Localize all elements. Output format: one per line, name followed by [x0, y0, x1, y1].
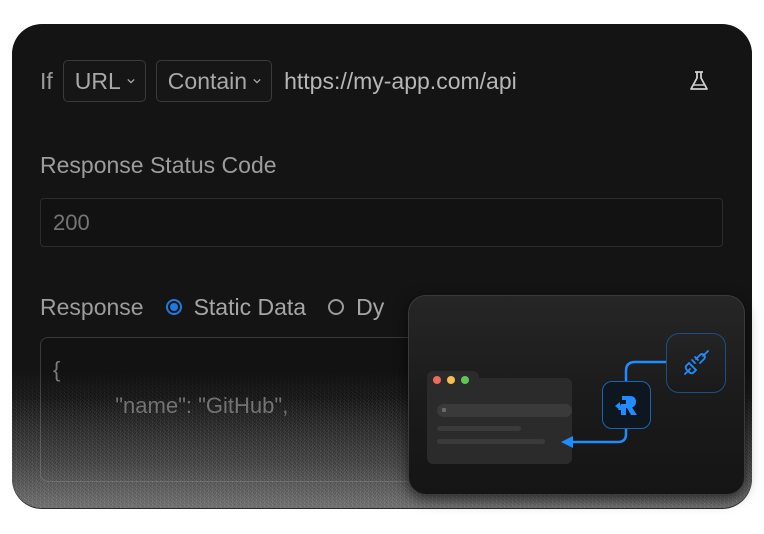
- radio-dynamic-data-label[interactable]: Dy: [356, 294, 384, 321]
- radio-static-data[interactable]: [165, 299, 182, 315]
- arrow-head-icon: [561, 436, 573, 448]
- url-pattern-input[interactable]: https://my-app.com/api: [284, 68, 517, 95]
- app-logo-node: [602, 381, 651, 429]
- flask-icon[interactable]: [688, 69, 710, 93]
- operator-select-value: Contain: [167, 67, 248, 94]
- r-logo-icon: [614, 396, 637, 415]
- radio-static-data-label[interactable]: Static Data: [194, 294, 307, 321]
- interceptor-illustration-card: [408, 295, 745, 495]
- if-label: If: [40, 67, 53, 94]
- plug-icon: [684, 350, 709, 375]
- status-code-label: Response Status Code: [40, 152, 277, 178]
- response-type-row: Response Static Data Dy: [40, 290, 406, 324]
- plug-node: [666, 333, 726, 393]
- operator-select[interactable]: Contain: [155, 60, 273, 102]
- chevron-down-icon: [253, 78, 261, 84]
- connection-wires: [561, 360, 666, 448]
- status-code-input[interactable]: [40, 198, 723, 247]
- field-select[interactable]: URL: [62, 60, 146, 102]
- condition-row: If URL Contain https://my-app.com/api: [40, 59, 724, 103]
- chevron-down-icon: [127, 78, 135, 84]
- radio-dynamic-data[interactable]: [328, 299, 345, 315]
- response-label: Response: [40, 293, 144, 320]
- field-select-value: URL: [74, 67, 121, 94]
